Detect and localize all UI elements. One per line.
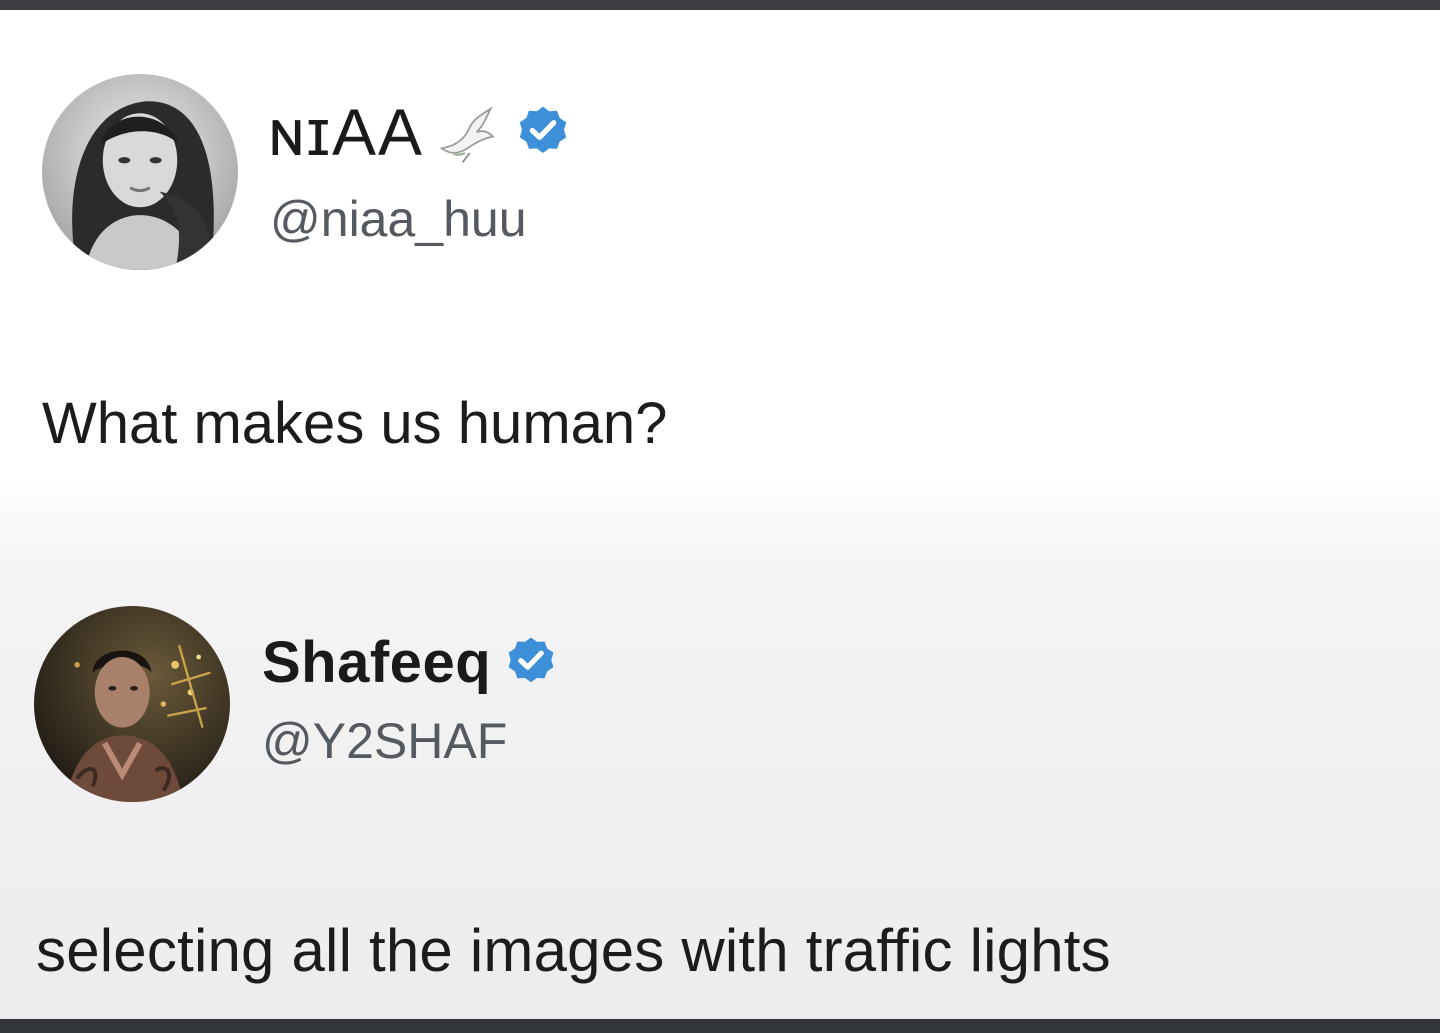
author-row: Shafeeq @Y2SHAF bbox=[0, 598, 1440, 808]
name-line: ɴɪAA bbox=[268, 92, 572, 172]
verified-badge-icon bbox=[508, 637, 554, 683]
user-handle[interactable]: @niaa_huu bbox=[270, 190, 527, 248]
avatar[interactable] bbox=[34, 606, 230, 802]
post-text: What makes us human? bbox=[42, 391, 668, 456]
man-portrait-avatar bbox=[34, 606, 230, 802]
post-text: selecting all the images with traffic li… bbox=[36, 917, 1111, 984]
display-name[interactable]: Shafeeq bbox=[262, 629, 491, 696]
tweet-shafeeq[interactable]: Shafeeq @Y2SHAF selecting all the images… bbox=[0, 598, 1440, 984]
verified-badge-icon bbox=[519, 106, 567, 154]
dove-icon bbox=[439, 106, 495, 163]
author-row: ɴɪAA @niaa_huu bbox=[0, 68, 1440, 278]
avatar[interactable] bbox=[42, 74, 238, 270]
screenshot-frame: ɴɪAA @niaa_huu What makes us human? Shaf… bbox=[0, 0, 1440, 1033]
woman-portrait-avatar bbox=[42, 74, 238, 270]
name-line: Shafeeq bbox=[262, 626, 559, 698]
tweet-niaa[interactable]: ɴɪAA @niaa_huu What makes us human? bbox=[0, 68, 1440, 456]
user-handle[interactable]: @Y2SHAF bbox=[262, 712, 507, 770]
display-name[interactable]: ɴɪAA bbox=[268, 94, 424, 170]
